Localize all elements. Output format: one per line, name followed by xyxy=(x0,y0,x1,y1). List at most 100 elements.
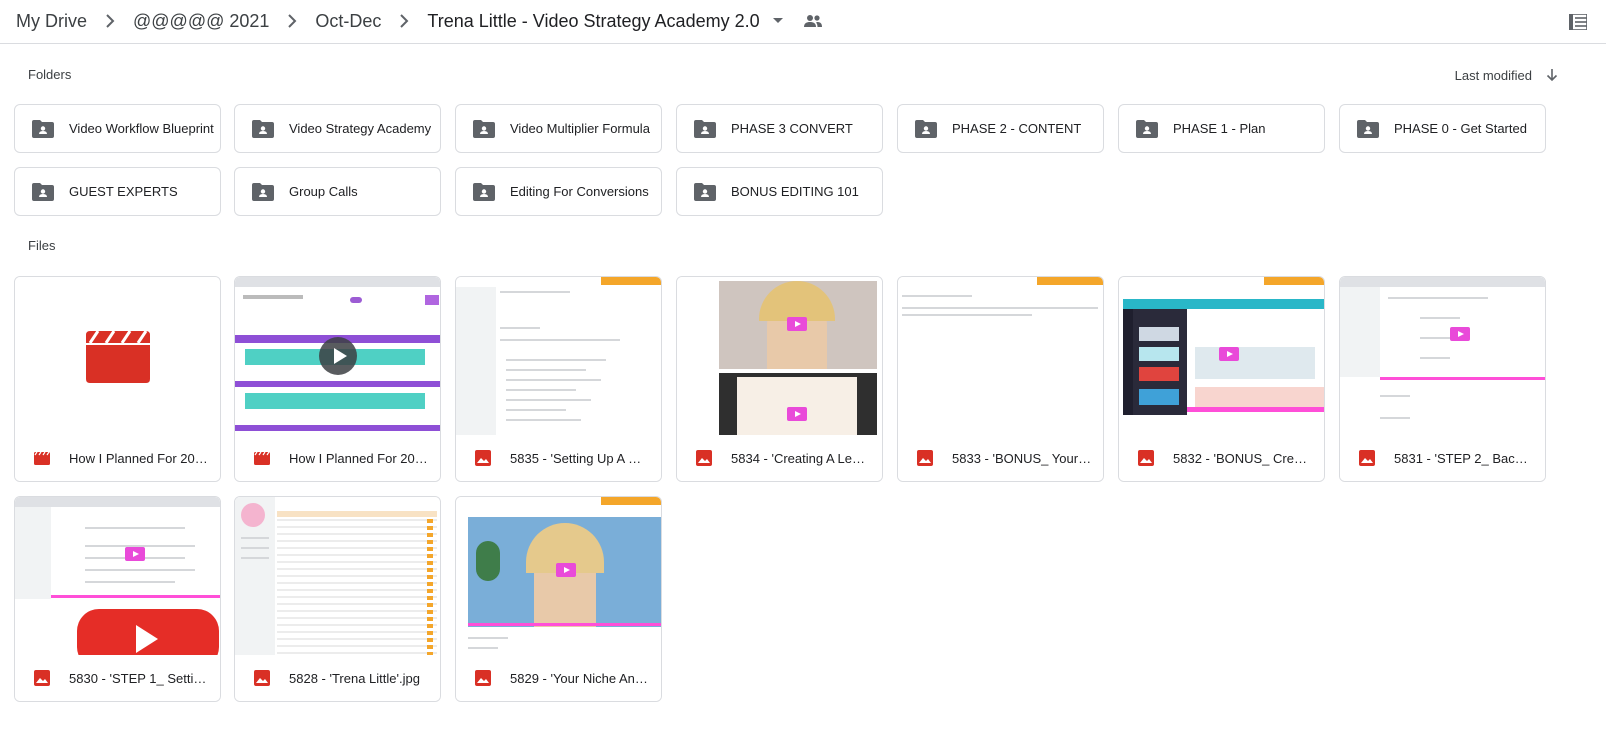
image-file-icon xyxy=(254,670,270,686)
folder-card[interactable]: Group Calls xyxy=(234,167,441,216)
image-file-icon xyxy=(917,450,933,466)
file-footer: 5835 - 'Setting Up A Workflow'.jpg xyxy=(456,435,661,481)
folder-name: PHASE 2 - CONTENT xyxy=(952,121,1082,136)
video-file-icon xyxy=(34,451,50,465)
image-file-icon xyxy=(34,670,50,686)
file-name: 5828 - 'Trena Little'.jpg xyxy=(289,670,420,686)
chevron-right-icon xyxy=(279,8,305,34)
file-name: 5829 - 'Your Niche And Ideal Viewer'.jpg xyxy=(510,670,650,686)
file-card[interactable]: 5828 - 'Trena Little'.jpg xyxy=(234,496,441,702)
folder-name: Video Workflow Blueprint xyxy=(69,121,214,136)
file-thumbnail xyxy=(15,277,220,435)
file-name: 5831 - 'STEP 2_ Backend Settings'.jpg xyxy=(1394,450,1534,466)
people-icon xyxy=(800,9,826,33)
folder-name: Editing For Conversions xyxy=(510,184,649,199)
folder-name: GUEST EXPERTS xyxy=(69,184,178,199)
file-card[interactable]: 5830 - 'STEP 1_ Setting Up'.jpg xyxy=(14,496,221,702)
folder-name: BONUS EDITING 101 xyxy=(731,184,859,199)
top-bar: My Drive @@@@@ 2021 Oct-Dec Trena Little… xyxy=(0,0,1606,44)
file-card[interactable]: 5829 - 'Your Niche And Ideal Viewer'.jpg xyxy=(455,496,662,702)
caret-down-icon[interactable] xyxy=(766,9,790,33)
folder-card[interactable]: Video Multiplier Formula xyxy=(455,104,662,153)
file-footer: 5830 - 'STEP 1_ Setting Up'.jpg xyxy=(15,655,220,701)
folder-card[interactable]: GUEST EXPERTS xyxy=(14,167,221,216)
file-thumbnail xyxy=(235,277,440,435)
files-section-label: Files xyxy=(28,238,56,253)
breadcrumb-current-folder[interactable]: Trena Little - Video Strategy Academy 2.… xyxy=(427,11,759,32)
file-card[interactable]: 5833 - 'BONUS_ Your Channel Banner'.jpg xyxy=(897,276,1104,482)
folder-name: PHASE 1 - Plan xyxy=(1173,121,1266,136)
arrow-down-icon[interactable] xyxy=(1542,65,1562,85)
shared-folder-icon xyxy=(473,182,495,201)
image-file-icon xyxy=(1138,450,1154,466)
folder-name: Group Calls xyxy=(289,184,358,199)
breadcrumb: My Drive @@@@@ 2021 Oct-Dec Trena Little… xyxy=(16,8,826,34)
folder-name: Video Multiplier Formula xyxy=(510,121,650,136)
breadcrumb-my-drive[interactable]: My Drive xyxy=(16,11,87,32)
shared-folder-icon xyxy=(32,182,54,201)
folder-card[interactable]: Video Workflow Blueprint xyxy=(14,104,221,153)
file-name: 5834 - 'Creating A Lead Magnet'.jpg xyxy=(731,450,871,466)
file-card[interactable]: How I Planned For 2021.mp4 xyxy=(234,276,441,482)
file-thumbnail xyxy=(456,277,661,435)
chevron-right-icon xyxy=(391,8,417,34)
folder-card[interactable]: PHASE 2 - CONTENT xyxy=(897,104,1104,153)
folder-name: PHASE 3 CONVERT xyxy=(731,121,853,136)
file-card[interactable]: 5832 - 'BONUS_ Creating A Channel Banner… xyxy=(1118,276,1325,482)
file-footer: 5834 - 'Creating A Lead Magnet'.jpg xyxy=(677,435,882,481)
file-thumbnail xyxy=(15,497,220,655)
file-footer: 5828 - 'Trena Little'.jpg xyxy=(235,655,440,701)
file-thumbnail xyxy=(1119,277,1324,435)
image-file-icon xyxy=(1359,450,1375,466)
breadcrumb-year-folder[interactable]: @@@@@ 2021 xyxy=(133,11,269,32)
file-name: How I Planned For 2021.mp4 xyxy=(69,450,209,466)
file-name: 5833 - 'BONUS_ Your Channel Banner'.jpg xyxy=(952,450,1092,466)
file-thumbnail xyxy=(235,497,440,655)
folder-card[interactable]: PHASE 0 - Get Started xyxy=(1339,104,1546,153)
file-name: 5830 - 'STEP 1_ Setting Up'.jpg xyxy=(69,670,209,686)
shared-folder-icon xyxy=(915,119,937,138)
folder-card[interactable]: BONUS EDITING 101 xyxy=(676,167,883,216)
file-footer: How I Planned For 2021.mp4 xyxy=(15,435,220,481)
file-name: How I Planned For 2021.mp4 xyxy=(289,450,429,466)
sort-label: Last modified xyxy=(1454,67,1532,83)
shared-folder-icon xyxy=(473,119,495,138)
file-card[interactable]: How I Planned For 2021.mp4 xyxy=(14,276,221,482)
file-card[interactable]: 5834 - 'Creating A Lead Magnet'.jpg xyxy=(676,276,883,482)
folder-name: Video Strategy Academy xyxy=(289,121,432,136)
file-thumbnail xyxy=(456,497,661,655)
video-file-icon xyxy=(254,451,270,465)
chevron-right-icon xyxy=(97,8,123,34)
folders-section-label: Folders xyxy=(28,67,72,82)
file-footer: 5832 - 'BONUS_ Creating A Channel Banner… xyxy=(1119,435,1324,481)
folder-card[interactable]: Video Strategy Academy xyxy=(234,104,441,153)
image-file-icon xyxy=(475,450,491,466)
file-thumbnail xyxy=(677,277,882,435)
shared-folder-icon xyxy=(694,119,716,138)
file-footer: 5831 - 'STEP 2_ Backend Settings'.jpg xyxy=(1340,435,1545,481)
image-file-icon xyxy=(475,670,491,686)
play-button-icon[interactable] xyxy=(319,337,357,375)
clapperboard-icon xyxy=(86,331,150,383)
file-footer: 5829 - 'Your Niche And Ideal Viewer'.jpg xyxy=(456,655,661,701)
folder-card[interactable]: PHASE 3 CONVERT xyxy=(676,104,883,153)
sort-control[interactable]: Last modified xyxy=(1455,65,1562,85)
folder-card[interactable]: PHASE 1 - Plan xyxy=(1118,104,1325,153)
file-thumbnail xyxy=(898,277,1103,435)
file-thumbnail xyxy=(1340,277,1545,435)
file-footer: How I Planned For 2021.mp4 xyxy=(235,435,440,481)
file-card[interactable]: 5831 - 'STEP 2_ Backend Settings'.jpg xyxy=(1339,276,1546,482)
folder-card[interactable]: Editing For Conversions xyxy=(455,167,662,216)
shared-folder-icon xyxy=(1357,119,1379,138)
folder-name: PHASE 0 - Get Started xyxy=(1394,121,1527,136)
shared-folder-icon xyxy=(694,182,716,201)
shared-folder-icon xyxy=(252,119,274,138)
file-card[interactable]: 5835 - 'Setting Up A Workflow'.jpg xyxy=(455,276,662,482)
breadcrumb-oct-dec[interactable]: Oct-Dec xyxy=(315,11,381,32)
file-name: 5832 - 'BONUS_ Creating A Channel Banner… xyxy=(1173,450,1313,466)
list-view-icon[interactable] xyxy=(1566,10,1590,34)
shared-folder-icon xyxy=(252,182,274,201)
file-name: 5835 - 'Setting Up A Workflow'.jpg xyxy=(510,450,650,466)
shared-folder-icon xyxy=(32,119,54,138)
shared-folder-icon xyxy=(1136,119,1158,138)
